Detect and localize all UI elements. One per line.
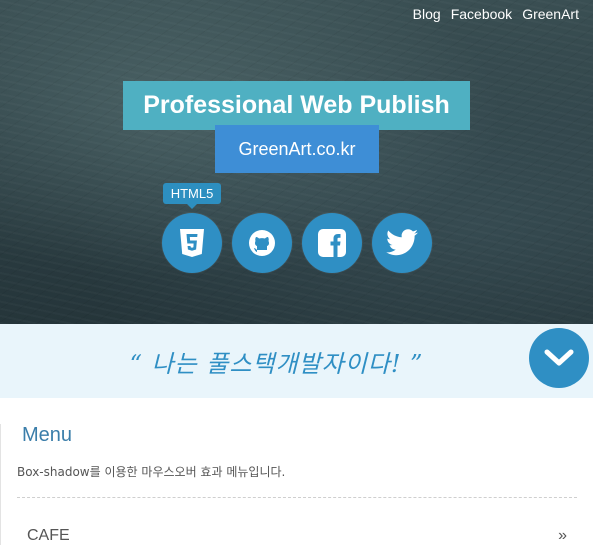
twitter-icon[interactable]	[372, 213, 432, 273]
menu-section: Menu Box-shadow를 이용한 마우스오버 효과 메뉴입니다. CAF…	[0, 424, 593, 545]
chevron-down-icon	[544, 349, 574, 366]
site-link[interactable]: GreenArt.co.kr	[238, 139, 355, 160]
nav-link-facebook[interactable]: Facebook	[451, 6, 512, 22]
top-nav: Blog Facebook GreenArt	[413, 6, 579, 22]
menu-description: Box-shadow를 이용한 마우스오버 효과 메뉴입니다.	[17, 463, 577, 498]
scroll-down-button[interactable]	[529, 328, 589, 388]
nav-link-greenart[interactable]: GreenArt	[522, 6, 579, 22]
quote-text: “ 나는 풀스택개발자이다! ”	[129, 349, 424, 378]
quote-bar: “ 나는 풀스택개발자이다! ”	[0, 324, 593, 398]
menu-item-cafe[interactable]: CAFE »	[17, 498, 577, 545]
html5-tooltip: HTML5	[163, 183, 221, 209]
hero-title-box: Professional Web Publish	[123, 81, 470, 130]
html5-icon[interactable]	[162, 213, 222, 273]
double-chevron-right-icon: »	[558, 527, 567, 544]
hero-section: Blog Facebook GreenArt Professional Web …	[0, 0, 593, 324]
social-icons	[162, 213, 432, 273]
facebook-icon[interactable]	[302, 213, 362, 273]
github-icon[interactable]	[232, 213, 292, 273]
hero-title: Professional Web Publish	[143, 91, 450, 119]
site-link-box[interactable]: GreenArt.co.kr	[215, 125, 379, 173]
menu-title: Menu	[22, 424, 73, 446]
nav-link-blog[interactable]: Blog	[413, 6, 441, 22]
menu-item-label: CAFE	[27, 527, 70, 544]
